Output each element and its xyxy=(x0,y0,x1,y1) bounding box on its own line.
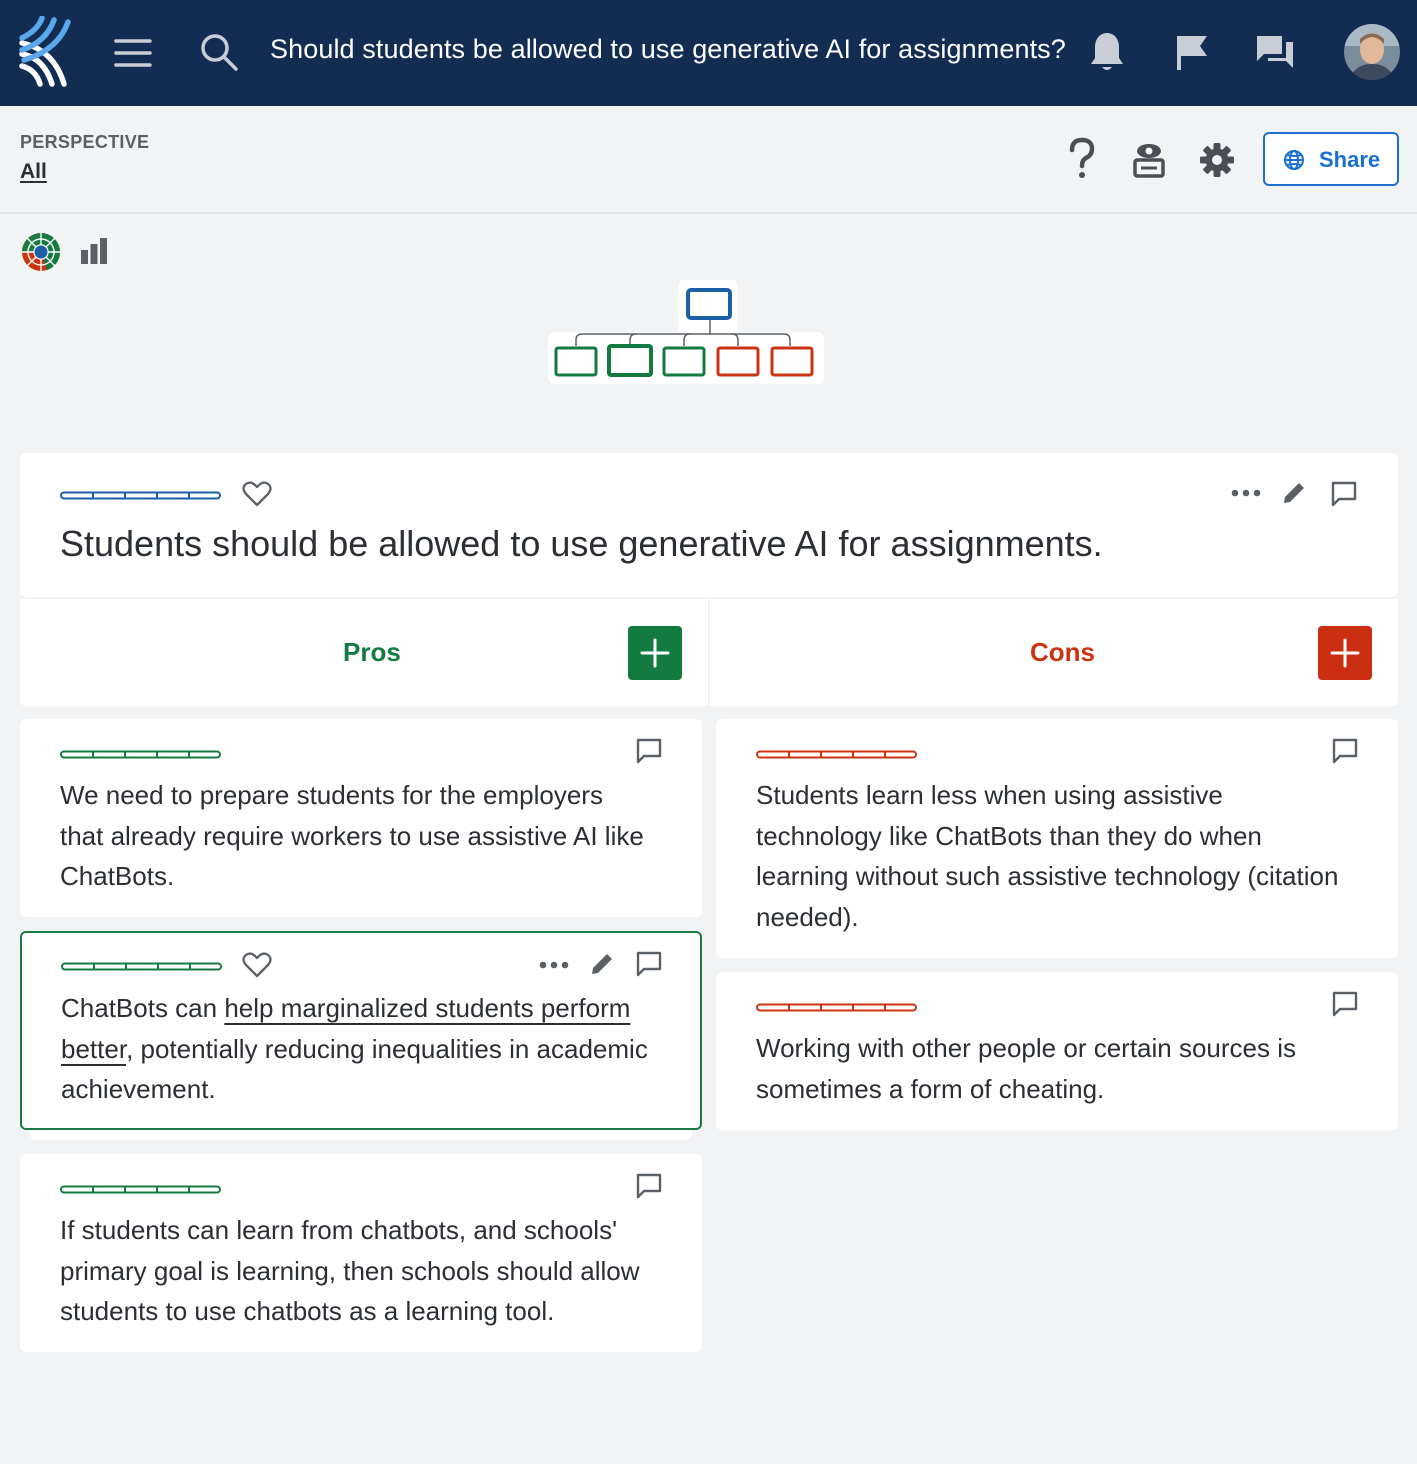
green-score-bar xyxy=(61,962,222,971)
heart-icon[interactable] xyxy=(242,951,272,979)
perspective-selector[interactable]: All xyxy=(20,160,47,184)
comment-icon[interactable] xyxy=(635,1172,663,1200)
plus-icon xyxy=(640,638,670,668)
claim-text: We need to prepare students for the empl… xyxy=(60,780,644,891)
thesis-card[interactable]: Students should be allowed to use genera… xyxy=(20,453,1398,597)
red-score-bar xyxy=(756,750,917,759)
bar-chart-icon[interactable] xyxy=(79,236,109,266)
share-label: Share xyxy=(1319,147,1381,172)
red-score-bar xyxy=(756,1003,917,1012)
more-options-icon[interactable] xyxy=(1230,483,1264,503)
add-con-button[interactable] xyxy=(1318,626,1372,680)
con-claim-card[interactable]: Working with other people or certain sou… xyxy=(716,972,1398,1130)
pros-header: Pros xyxy=(20,599,708,706)
comment-icon[interactable] xyxy=(1331,990,1359,1018)
plus-icon xyxy=(1330,638,1360,668)
sunburst-icon[interactable] xyxy=(21,232,61,272)
chat-icon[interactable] xyxy=(1254,32,1296,72)
cons-header: Cons xyxy=(710,599,1398,706)
pro-claim-card[interactable]: If students can learn from chatbots, and… xyxy=(20,1154,702,1352)
inbox-icon[interactable] xyxy=(1130,140,1168,180)
perspective-label: PERSPECTIVE xyxy=(20,132,150,152)
top-bar: Should students be allowed to use genera… xyxy=(0,0,1417,106)
comment-icon[interactable] xyxy=(1331,737,1359,765)
logo-icon[interactable] xyxy=(18,16,74,90)
share-button[interactable]: Share xyxy=(1263,132,1399,186)
avatar[interactable] xyxy=(1344,24,1400,80)
pros-label: Pros xyxy=(343,637,401,667)
green-score-bar xyxy=(60,1185,221,1194)
add-pro-button[interactable] xyxy=(628,626,682,680)
question-title: Should students be allowed to use genera… xyxy=(270,34,1066,64)
tree-map[interactable] xyxy=(548,280,824,384)
comment-icon[interactable] xyxy=(1330,480,1358,508)
gear-icon[interactable] xyxy=(1198,140,1236,180)
claim-text: ChatBots can help marginalized students … xyxy=(61,988,661,1110)
search-icon[interactable] xyxy=(198,30,240,74)
claim-text-end: , potentially reducing inequalities in a… xyxy=(61,1033,648,1105)
blue-score-bar xyxy=(60,491,221,500)
comment-icon[interactable] xyxy=(635,950,663,978)
edit-icon[interactable] xyxy=(1280,479,1308,507)
claim-text: If students can learn from chatbots, and… xyxy=(60,1215,640,1326)
globe-icon xyxy=(1284,150,1304,170)
cons-label: Cons xyxy=(1030,637,1095,667)
thesis-text: Students should be allowed to use genera… xyxy=(60,523,1103,564)
comment-icon[interactable] xyxy=(635,737,663,765)
claim-text: Working with other people or certain sou… xyxy=(756,1033,1296,1104)
heart-icon[interactable] xyxy=(242,480,272,508)
pro-claim-card-selected[interactable]: ChatBots can help marginalized students … xyxy=(20,931,702,1130)
bell-icon[interactable] xyxy=(1088,30,1126,74)
more-options-icon[interactable] xyxy=(538,955,572,975)
edit-icon[interactable] xyxy=(588,950,616,978)
menu-icon[interactable] xyxy=(112,34,154,72)
help-icon[interactable] xyxy=(1064,136,1100,182)
perspective-bar: PERSPECTIVE All Share xyxy=(0,106,1417,214)
claim-text: Students learn less when using assistive… xyxy=(756,780,1339,932)
con-claim-card[interactable]: Students learn less when using assistive… xyxy=(716,719,1398,958)
flag-icon[interactable] xyxy=(1172,32,1212,72)
pro-claim-card[interactable]: We need to prepare students for the empl… xyxy=(20,719,702,917)
claim-text-start: ChatBots can xyxy=(61,993,225,1023)
green-score-bar xyxy=(60,750,221,759)
